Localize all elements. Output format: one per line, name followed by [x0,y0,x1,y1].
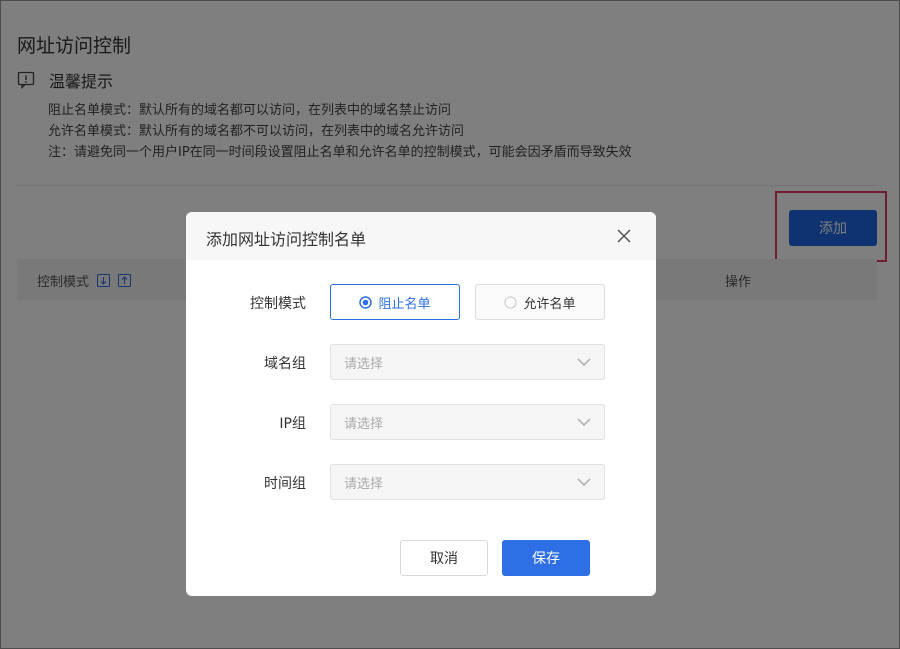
chevron-down-icon [577,478,591,486]
ip-group-select[interactable]: 请选择 [330,404,605,440]
cancel-button[interactable]: 取消 [400,540,488,576]
dialog-header: 添加网址访问控制名单 [186,212,656,260]
close-icon[interactable] [616,228,632,244]
ip-group-label: IP组 [279,416,306,432]
time-group-label: 时间组 [264,476,306,492]
radio-unchecked-icon [504,295,518,309]
mode-label: 控制模式 [250,296,306,312]
select-placeholder: 请选择 [344,416,384,432]
chevron-down-icon [577,418,591,426]
select-placeholder: 请选择 [344,356,384,372]
select-placeholder: 请选择 [344,476,384,492]
time-group-select[interactable]: 请选择 [330,464,605,500]
add-control-dialog: 添加网址访问控制名单 控制模式 阻止名单 允许名单 域名组 请选择 IP组 请选… [186,212,656,596]
chevron-down-icon [577,358,591,366]
radio-checked-icon [359,295,373,309]
domain-group-label: 域名组 [264,356,306,372]
radio-block-list[interactable]: 阻止名单 [330,284,460,320]
save-button[interactable]: 保存 [502,540,590,576]
domain-group-select[interactable]: 请选择 [330,344,605,380]
dialog-title: 添加网址访问控制名单 [206,230,367,249]
radio-allow-list[interactable]: 允许名单 [475,284,605,320]
radio-label: 阻止名单 [378,296,431,312]
radio-label: 允许名单 [523,296,576,312]
